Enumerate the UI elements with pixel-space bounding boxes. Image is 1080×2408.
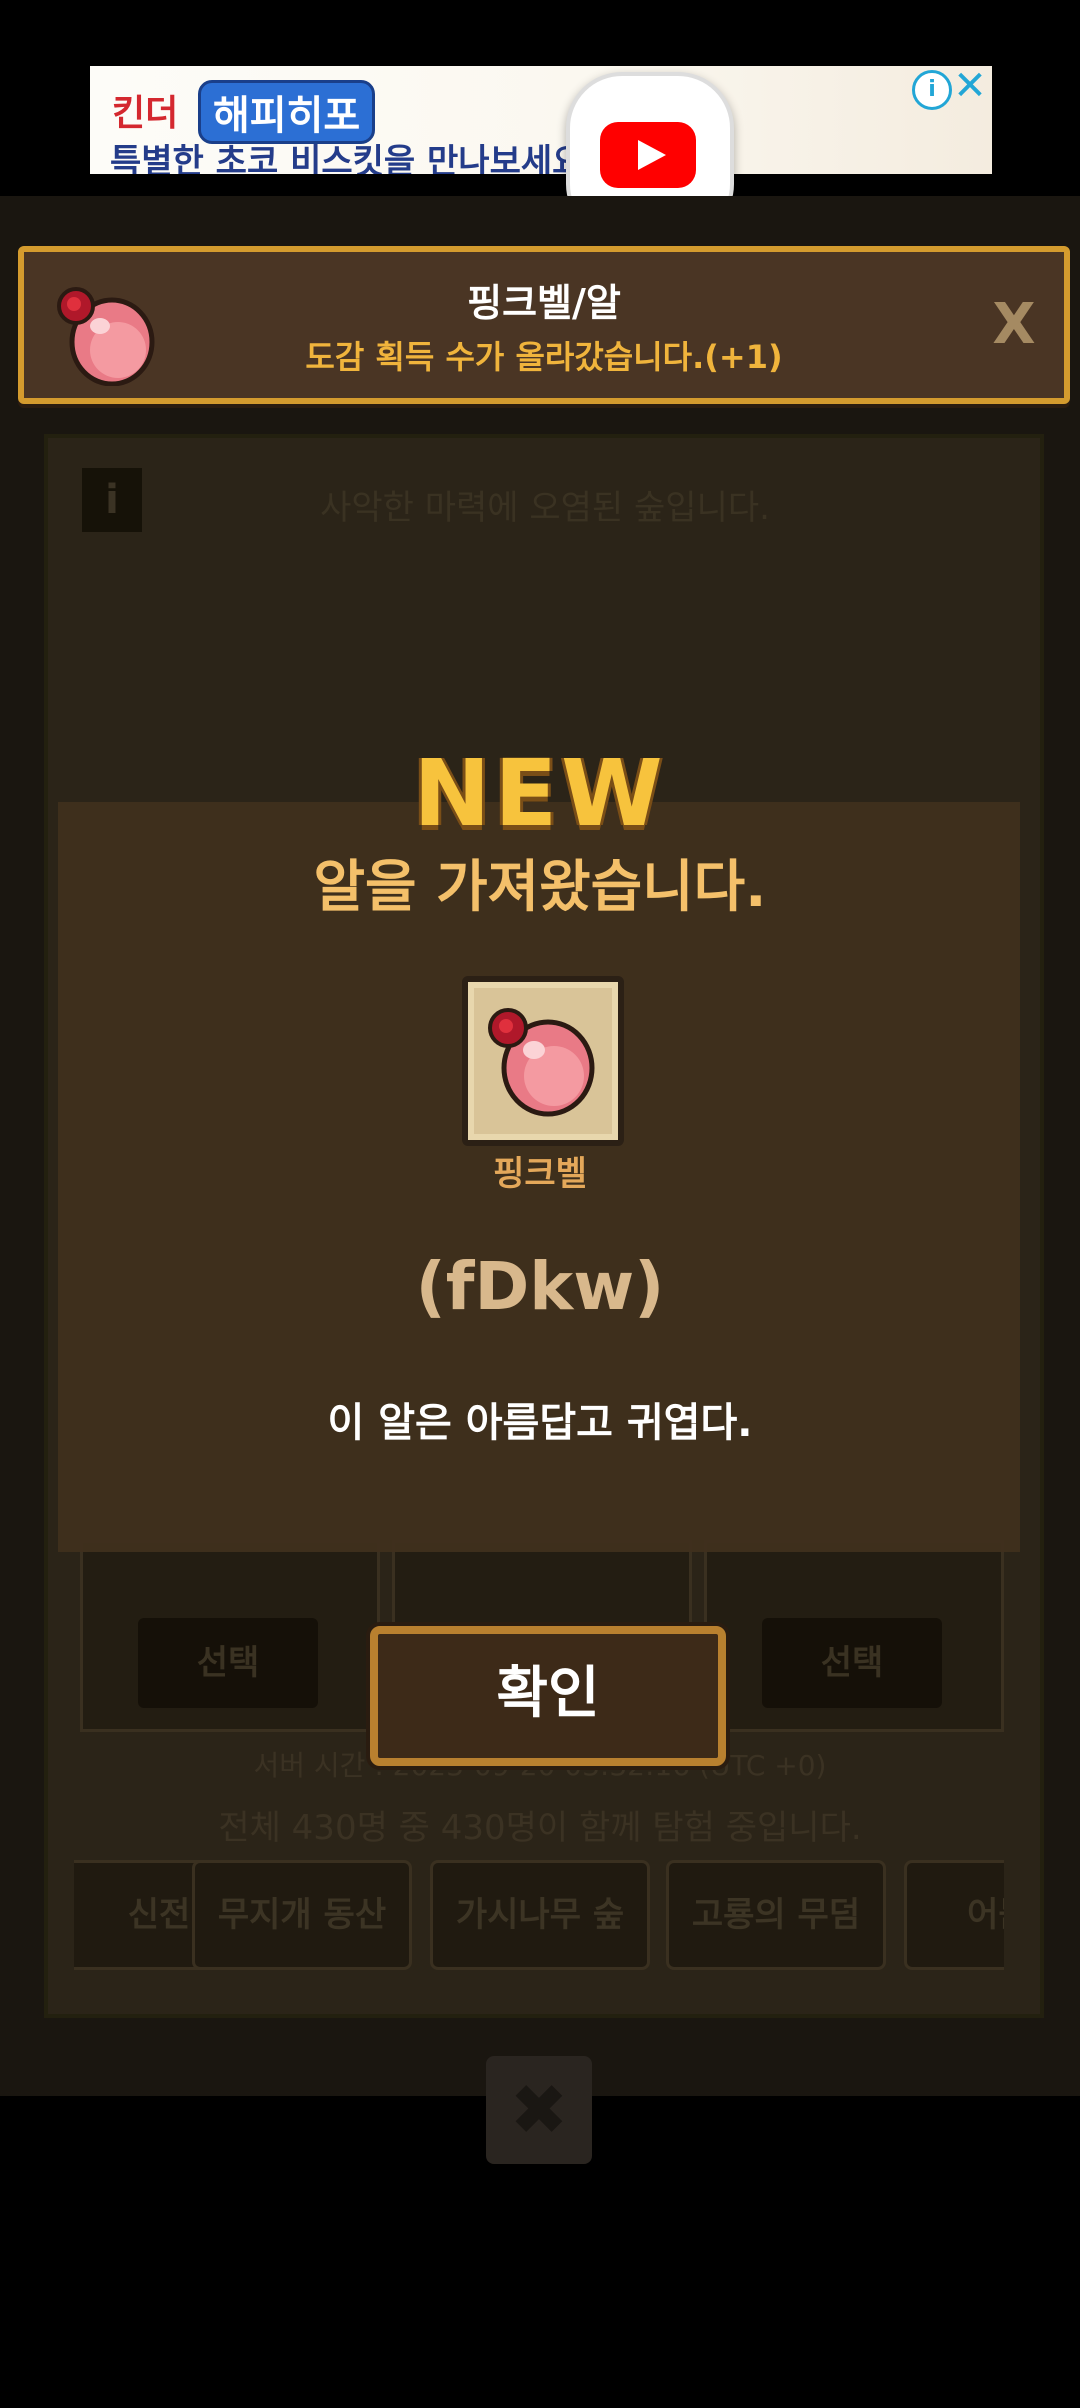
ad-info-icon[interactable]: i (912, 70, 952, 110)
egg-code: (fDkw) (415, 1248, 665, 1325)
notification-subtitle: 도감 획득 수가 올라갔습니다.(+1) (305, 338, 783, 376)
select-button-left[interactable]: 선택 (138, 1618, 318, 1708)
pink-egg-icon (488, 1008, 595, 1117)
area-description: 사악한 마력에 오염된 숲입니다. (320, 488, 770, 528)
confirm-button[interactable]: 확인 (370, 1626, 726, 1766)
tab-thorn-forest[interactable]: 가시나무 숲 (430, 1860, 650, 1970)
egg-item-frame (462, 976, 624, 1146)
reward-message: 알을 가져왔습니다. (313, 855, 767, 920)
ad-close-icon[interactable]: ✕ (952, 64, 988, 108)
tab-dragon-tomb[interactable]: 고룡의 무덤 (666, 1860, 886, 1970)
area-tabs: 신전 무지개 동산 가시나무 숲 고룡의 무덤 어둠의 (74, 1860, 1004, 1970)
egg-description: 이 알은 아름답고 귀엽다. (327, 1400, 753, 1446)
tab-darkness[interactable]: 어둠의 (904, 1860, 1004, 1970)
ad-subtitle: 특별한 초코 비스킷을 만나보세요 (110, 142, 584, 174)
egg-name: 핑크벨 (493, 1154, 587, 1194)
ad-brand: 킨더 (112, 93, 179, 134)
select-button-right[interactable]: 선택 (762, 1618, 942, 1708)
confirm-label: 확인 (496, 1661, 600, 1726)
ad-banner[interactable]: 킨더 해피히포 특별한 초코 비스킷을 만나보세요 (90, 66, 992, 174)
new-badge: NEW (413, 740, 667, 847)
collection-notification: 핑크벨/알 도감 획득 수가 올라갔습니다.(+1) X (18, 246, 1070, 404)
youtube-play-icon (600, 122, 696, 188)
notification-close-button[interactable]: X (984, 292, 1044, 357)
close-panel-button[interactable]: ✖ (486, 2056, 592, 2164)
tab-rainbow-hill[interactable]: 무지개 동산 (192, 1860, 412, 1970)
total-explorers: 전체 430명 중 430명이 함께 탐험 중입니다. (218, 1808, 862, 1848)
info-button[interactable]: i (82, 468, 142, 532)
notification-title: 핑크벨/알 (467, 281, 621, 325)
